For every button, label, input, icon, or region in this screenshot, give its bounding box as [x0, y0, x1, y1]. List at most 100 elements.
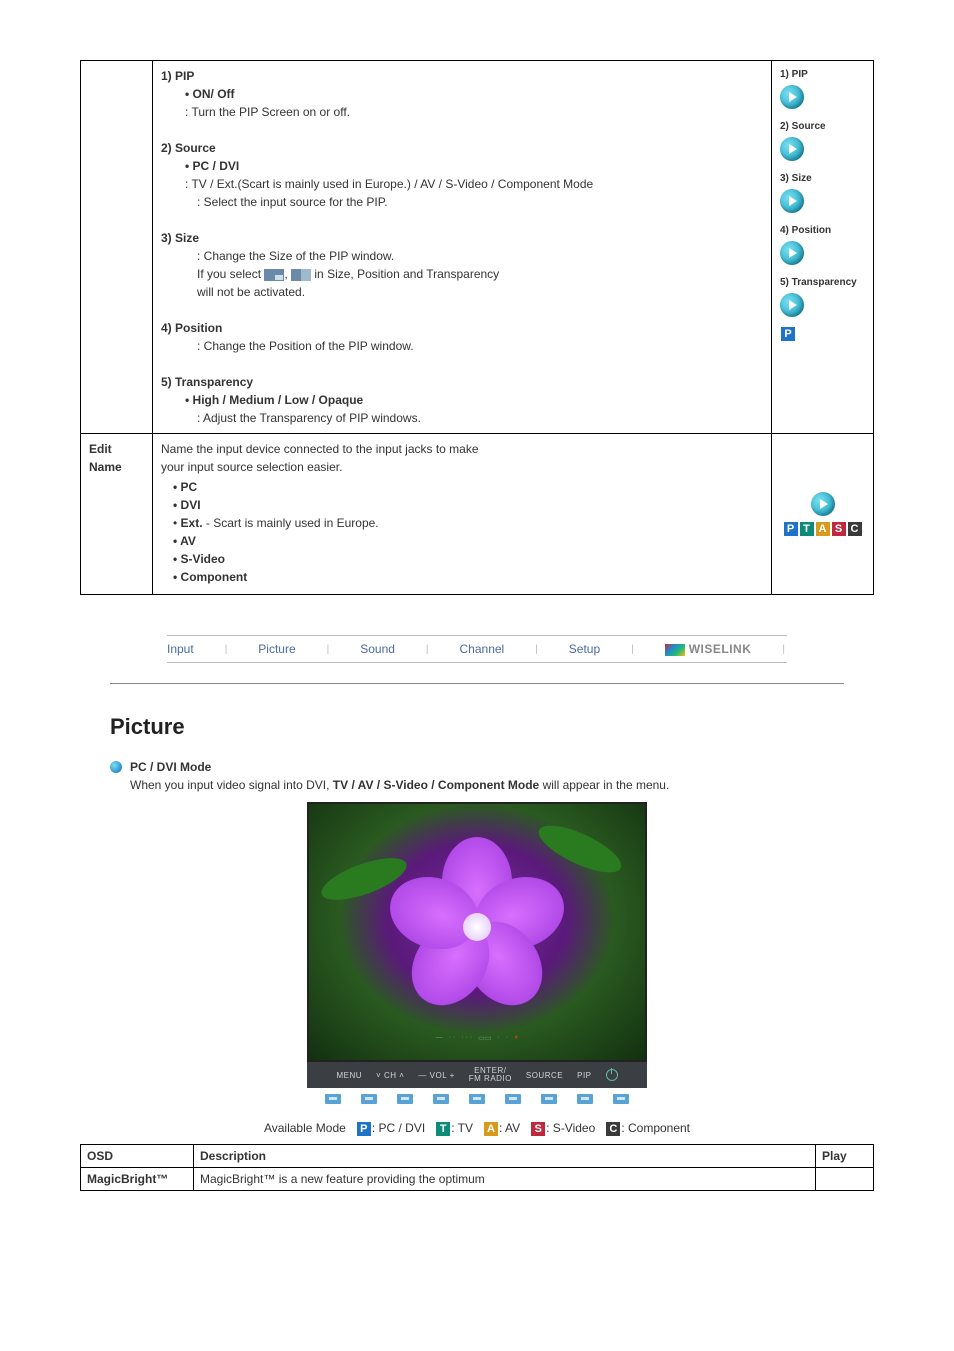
edit-label-2: Name: [89, 460, 122, 474]
tv-screen: —· ·· · ·▭▭··●: [307, 802, 647, 1062]
item-ext: Ext. - Scart is mainly used in Europe.: [173, 514, 763, 532]
mode-desc-post: will appear in the menu.: [539, 778, 669, 792]
leaf-decor: [533, 816, 627, 881]
osd-header-desc: Description: [194, 1145, 816, 1168]
tab-sep: |: [629, 644, 636, 655]
transparency-option: • High / Medium / Low / Opaque: [161, 391, 763, 409]
edit-label-1: Edit: [89, 442, 112, 456]
tab-channel[interactable]: Channel: [460, 642, 505, 656]
osd-row1-desc: MagicBright™ is a new feature providing …: [194, 1168, 816, 1191]
avail-t: : TV: [451, 1121, 473, 1135]
tab-input[interactable]: Input: [167, 642, 194, 656]
side-size: 3) Size: [780, 171, 865, 213]
edit-name-icons: PTASC: [772, 434, 874, 595]
edit-name-label: Edit Name: [81, 434, 153, 595]
side-source: 2) Source: [780, 119, 865, 161]
size-heading: 3) Size: [161, 229, 763, 247]
wiselink-label: WISELINK: [689, 642, 752, 656]
pip-side-icons: 1) PIP 2) Source 3) Size 4) Position 5) …: [772, 61, 874, 434]
item-ext-rest: - Scart is mainly used in Europe.: [203, 516, 379, 530]
pc-dvi-mode-row: PC / DVI Mode: [110, 760, 844, 774]
pip-row-label: [81, 61, 153, 434]
bullet-icon: [110, 761, 122, 773]
tv-bezel-buttons: MENU ˅ CH ˄ — VOL + ENTER/ FM RADIO SOUR…: [307, 1062, 647, 1088]
edit-desc-1: Name the input device connected to the i…: [161, 440, 763, 458]
item-component: Component: [173, 568, 763, 586]
a-tag: A: [816, 522, 830, 536]
wiselink-icon: [665, 644, 685, 656]
source-option: • PC / DVI: [161, 157, 763, 175]
bezel-pip: PIP: [577, 1071, 591, 1080]
osd-header-osd: OSD: [81, 1145, 194, 1168]
play-icon[interactable]: [780, 137, 804, 161]
osd-row1-name: MagicBright™: [81, 1168, 194, 1191]
item-dvi: DVI: [173, 496, 763, 514]
side-transparency-label: 5) Transparency: [780, 277, 857, 288]
play-icon[interactable]: [780, 241, 804, 265]
source-desc2: : Select the input source for the PIP.: [161, 193, 763, 211]
avail-c: : Component: [621, 1121, 690, 1135]
tab-sep: |: [780, 644, 787, 655]
a-tag: A: [484, 1122, 498, 1136]
c-tag: C: [848, 522, 862, 536]
side-pip: 1) PIP: [780, 67, 865, 109]
edit-name-list: PC DVI Ext. - Scart is mainly used in Eu…: [161, 478, 763, 586]
item-svideo: S-Video: [173, 550, 763, 568]
source-heading: 2) Source: [161, 139, 763, 157]
page: 1) PIP • ON/ Off : Turn the PIP Screen o…: [0, 0, 954, 1231]
edit-name-desc: Name the input device connected to the i…: [153, 434, 772, 595]
pip-heading: 1) PIP: [161, 67, 763, 85]
divider: [110, 683, 844, 684]
avail-p: : PC / DVI: [372, 1121, 425, 1135]
side-mode-tag: P: [780, 327, 865, 342]
p-tag: P: [357, 1122, 371, 1136]
available-mode-label: Available Mode: [264, 1121, 346, 1135]
pc-dvi-mode-desc: When you input video signal into DVI, TV…: [130, 778, 874, 792]
tab-sep: |: [325, 644, 332, 655]
avail-s: : S-Video: [546, 1121, 595, 1135]
position-heading: 4) Position: [161, 319, 763, 337]
transparency-heading: 5) Transparency: [161, 373, 763, 391]
item-av: AV: [173, 532, 763, 550]
available-mode-row: Available Mode P: PC / DVI T: TV A: AV S…: [80, 1121, 874, 1136]
size-desc3: will not be activated.: [161, 283, 763, 301]
size-icon-split: [291, 269, 311, 281]
size-desc2: If you select , in Size, Position and Tr…: [161, 265, 763, 283]
size-icon-double: [264, 269, 284, 281]
play-icon[interactable]: [780, 85, 804, 109]
t-tag: T: [800, 522, 814, 536]
play-icon[interactable]: [811, 492, 835, 516]
side-source-label: 2) Source: [780, 121, 826, 132]
pc-dvi-mode-label: PC / DVI Mode: [130, 760, 211, 774]
power-icon: [606, 1069, 618, 1081]
play-icon[interactable]: [780, 189, 804, 213]
side-position: 4) Position: [780, 223, 865, 265]
s-tag: S: [832, 522, 846, 536]
size-desc2-pre: If you select: [197, 267, 264, 281]
bezel-ch: ˅ CH ˄: [376, 1071, 404, 1080]
tab-picture[interactable]: Picture: [258, 642, 295, 656]
t-tag: T: [436, 1122, 450, 1136]
bezel-source: SOURCE: [526, 1071, 563, 1080]
p-tag: P: [781, 327, 795, 341]
play-icon[interactable]: [780, 293, 804, 317]
osd-header-play: Play: [816, 1145, 874, 1168]
tv-screenshot: —· ·· · ·▭▭··● MENU ˅ CH ˄ — VOL + ENTER…: [307, 802, 647, 1106]
pip-option: • ON/ Off: [161, 85, 763, 103]
osd-row1-play: [816, 1168, 874, 1191]
tab-wiselink[interactable]: WISELINK: [665, 642, 752, 656]
tab-sound[interactable]: Sound: [360, 642, 395, 656]
tv-stand: [307, 1088, 647, 1106]
tab-bar: Input | Picture | Sound | Channel | Setu…: [167, 635, 787, 663]
pip-table: 1) PIP • ON/ Off : Turn the PIP Screen o…: [80, 60, 874, 595]
tv-osd-indicators: —· ·· · ·▭▭··●: [309, 1034, 645, 1044]
pip-row-desc: 1) PIP • ON/ Off : Turn the PIP Screen o…: [153, 61, 772, 434]
tab-sep: |: [424, 644, 431, 655]
osd-table: OSD Description Play MagicBright™ MagicB…: [80, 1144, 874, 1191]
s-tag: S: [531, 1122, 545, 1136]
side-transparency: 5) Transparency: [780, 275, 865, 317]
item-ext-bold: Ext.: [181, 516, 203, 530]
source-desc1: : TV / Ext.(Scart is mainly used in Euro…: [161, 175, 763, 193]
tab-setup[interactable]: Setup: [569, 642, 600, 656]
section-title-picture: Picture: [110, 714, 844, 740]
